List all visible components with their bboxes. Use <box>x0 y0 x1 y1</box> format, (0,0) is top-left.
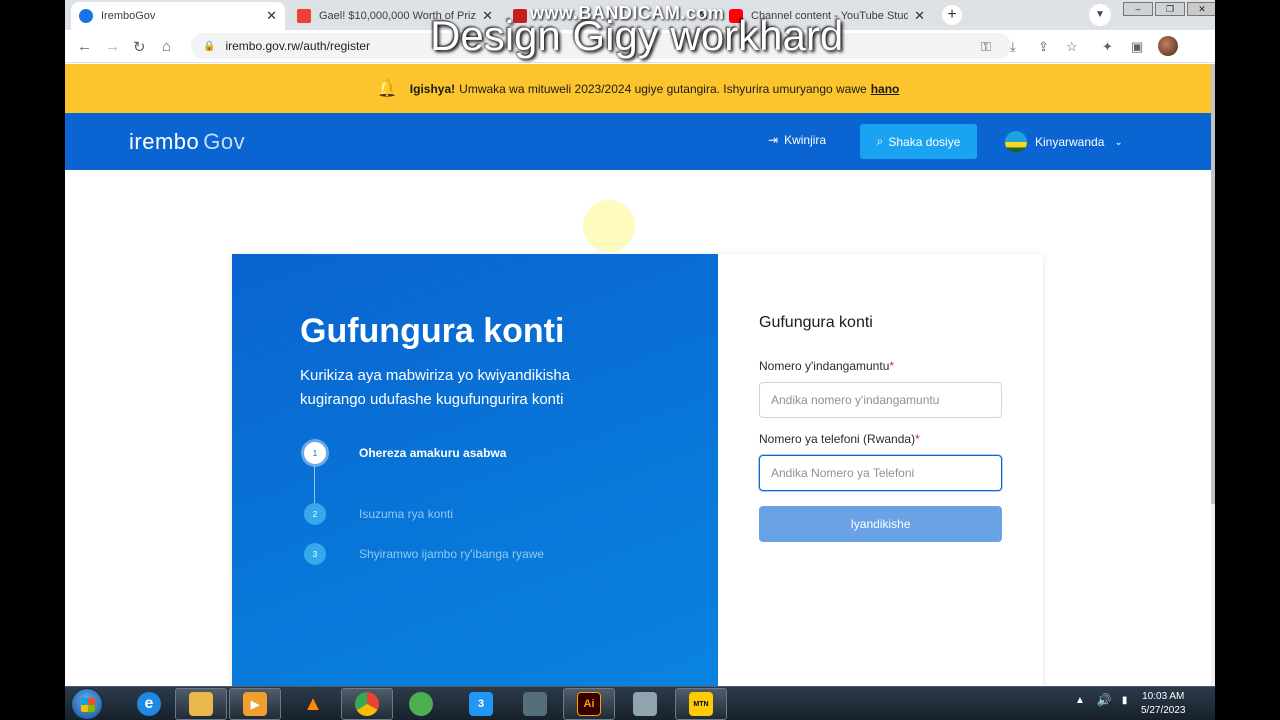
forward-arrow-icon[interactable]: → <box>105 38 120 55</box>
internet-explorer-icon[interactable]: e <box>123 688 175 720</box>
step-number: 1 <box>304 442 326 464</box>
back-arrow-icon[interactable]: ← <box>77 38 92 55</box>
id-label-text: Nomero y'indangamuntu <box>759 359 890 373</box>
form-title: Gufungura konti <box>759 314 873 331</box>
browser-window: IremboGov ✕ Gael! $10,000,000 Worth of P… <box>65 0 1215 686</box>
id-number-input[interactable] <box>759 382 1002 418</box>
id-number-label: Nomero y'indangamuntu* <box>759 359 894 373</box>
chrome-icon[interactable] <box>341 688 393 720</box>
close-tab-icon[interactable]: ✕ <box>266 8 277 24</box>
letterbox-left <box>0 0 65 686</box>
step-2: 2 Isuzuma rya konti <box>304 503 453 525</box>
bookmark-star-icon[interactable]: ☆ <box>1066 39 1078 55</box>
intro-title: Gufungura konti <box>300 312 565 350</box>
cursor-highlight <box>583 200 635 252</box>
signal-icon[interactable]: ▮ <box>1122 695 1128 706</box>
phone-label-text: Nomero ya telefoni (Rwanda) <box>759 432 916 446</box>
step-number: 2 <box>304 503 326 525</box>
logo-wordmark: irembo <box>129 129 200 154</box>
chevron-down-icon: ⌄ <box>1114 136 1123 148</box>
extensions-puzzle-icon[interactable]: ✦ <box>1102 39 1113 55</box>
notice-link[interactable]: hano <box>871 82 900 96</box>
share-icon[interactable]: ⇪ <box>1038 39 1049 55</box>
illustrator-icon[interactable]: Ai <box>563 688 615 720</box>
step-1: 1 Ohereza amakuru asabwa <box>304 442 506 464</box>
site-header: irembo Gov ⇥ Kwinjira ⌕ Shaka dosiye Kinyar… <box>65 113 1211 170</box>
register-form: Gufungura konti Nomero y'indangamuntu* N… <box>718 254 1043 686</box>
notice-text: Umwaka wa mituweli 2023/2024 ugiye gutan… <box>459 81 867 96</box>
bell-icon: 🔔 <box>376 78 398 98</box>
system-tray: ▲ 🔊 ▮ <box>1075 693 1127 707</box>
register-submit-button[interactable]: Iyandikishe <box>759 506 1002 542</box>
tab-title: IremboGov <box>101 10 156 22</box>
url-text: irembo.gov.rw/auth/register <box>225 39 370 53</box>
tab-irembogov[interactable]: IremboGov ✕ <box>71 2 285 30</box>
side-panel-icon[interactable]: ▣ <box>1131 39 1143 55</box>
announcement-bar: 🔔 Igishya! Umwaka wa mituweli 2023/2024 … <box>65 64 1211 113</box>
windows-taskbar: e ▶ ▲ 3 Ai MTN ▲ 🔊 ▮ 10:03 AM 5/27/2023 <box>65 686 1215 720</box>
window-controls: – ❐ ✕ <box>1121 2 1215 16</box>
new-tab-button[interactable]: + <box>942 5 962 25</box>
start-button[interactable] <box>71 688 103 720</box>
page-scrollbar[interactable] <box>1211 64 1215 686</box>
track-label: Shaka dosiye <box>888 134 961 149</box>
minimize-button[interactable]: – <box>1123 2 1153 16</box>
key-icon[interactable]: ⚿ <box>981 39 991 55</box>
gmail-favicon-icon <box>297 9 311 23</box>
volume-icon[interactable]: 🔊 <box>1097 693 1112 707</box>
reload-icon[interactable]: ↻ <box>133 38 146 56</box>
phone-number-label: Nomero ya telefoni (Rwanda)* <box>759 432 920 446</box>
notice-badge: Igishya! <box>409 81 456 96</box>
parrot-app-icon[interactable] <box>395 688 447 720</box>
vlc-icon[interactable]: ▲ <box>287 688 339 720</box>
clock-time: 10:03 AM <box>1142 691 1185 702</box>
intro-subtitle: Kurikiza aya mabwiriza yo kwiyandikisha … <box>300 367 571 408</box>
media-player-icon[interactable]: ▶ <box>229 688 281 720</box>
step-label: Isuzuma rya konti <box>359 507 454 521</box>
phone-number-input[interactable] <box>759 455 1002 491</box>
network-app-icon[interactable] <box>509 688 561 720</box>
rwanda-flag-icon <box>1005 131 1027 153</box>
register-card: Gufungura konti Kurikiza aya mabwiriza y… <box>232 254 1043 686</box>
login-label: Kwinjira <box>784 133 827 147</box>
step-label: Ohereza amakuru asabwa <box>359 446 507 460</box>
tab-search-chevron-icon[interactable]: ▼ <box>1089 4 1111 26</box>
profile-avatar[interactable] <box>1158 36 1178 56</box>
required-mark: * <box>889 359 895 373</box>
intro-panel: Gufungura konti Kurikiza aya mabwiriza y… <box>232 254 718 686</box>
search-icon: ⌕ <box>876 134 884 148</box>
irembo-logo[interactable]: irembo Gov <box>129 129 245 155</box>
step-3: 3 Shyiramwo ijambo ry'ibanga ryawe <box>304 543 544 565</box>
scrollbar-thumb[interactable] <box>1211 64 1215 504</box>
restore-button[interactable]: ❐ <box>1155 2 1185 16</box>
step-number: 3 <box>304 543 326 565</box>
track-application-button[interactable]: ⌕ Shaka dosiye <box>860 124 977 159</box>
logo-gov: Gov <box>203 129 246 154</box>
mtn-modem-icon[interactable]: MTN <box>675 688 727 720</box>
login-link[interactable]: ⇥ Kwinjira <box>768 133 826 147</box>
close-window-button[interactable]: ✕ <box>1187 2 1215 16</box>
app-3-icon[interactable]: 3 <box>455 688 507 720</box>
remote-desktop-icon[interactable] <box>619 688 671 720</box>
letterbox-right <box>1215 0 1280 686</box>
clock-date: 5/27/2023 <box>1141 705 1186 716</box>
install-app-icon[interactable]: ⤓ <box>1010 39 1016 55</box>
main-content: Gufungura konti Kurikiza aya mabwiriza y… <box>65 170 1211 686</box>
lock-icon: 🔒 <box>203 40 216 52</box>
required-mark: * <box>915 432 920 446</box>
irembo-favicon-icon <box>79 9 93 23</box>
file-explorer-icon[interactable] <box>175 688 227 720</box>
language-selector[interactable]: Kinyarwanda ⌄ <box>1005 131 1123 153</box>
video-caption: Design Gigy workhard <box>430 12 844 59</box>
step-label: Shyiramwo ijambo ry'ibanga ryawe <box>359 547 545 561</box>
system-clock[interactable]: 10:03 AM 5/27/2023 <box>1141 690 1186 718</box>
close-tab-icon[interactable]: ✕ <box>914 8 925 24</box>
language-label: Kinyarwanda <box>1035 135 1105 149</box>
login-arrow-icon: ⇥ <box>768 133 779 147</box>
home-icon[interactable]: ⌂ <box>162 38 171 55</box>
tray-expand-icon[interactable]: ▲ <box>1075 695 1085 706</box>
